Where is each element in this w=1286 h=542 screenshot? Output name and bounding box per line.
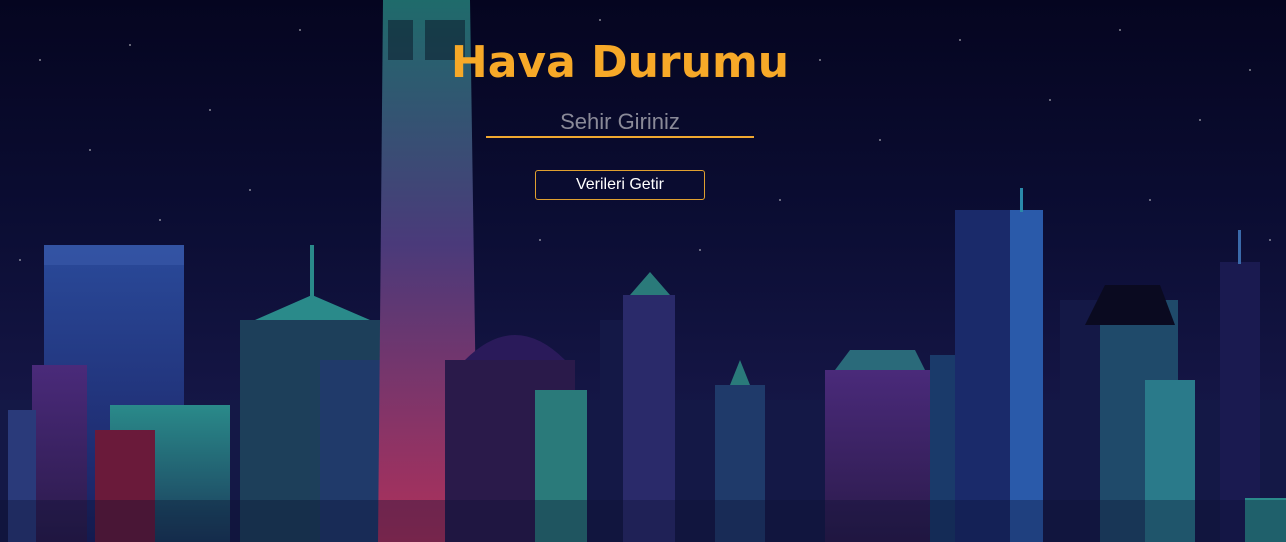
city-search-input[interactable] — [486, 108, 754, 138]
page-title: Hava Durumu — [450, 37, 790, 88]
page: Hava Durumu Verileri Getir — [0, 0, 1286, 542]
weather-form: Hava Durumu Verileri Getir — [0, 0, 1286, 542]
fetch-data-button[interactable]: Verileri Getir — [535, 170, 705, 200]
